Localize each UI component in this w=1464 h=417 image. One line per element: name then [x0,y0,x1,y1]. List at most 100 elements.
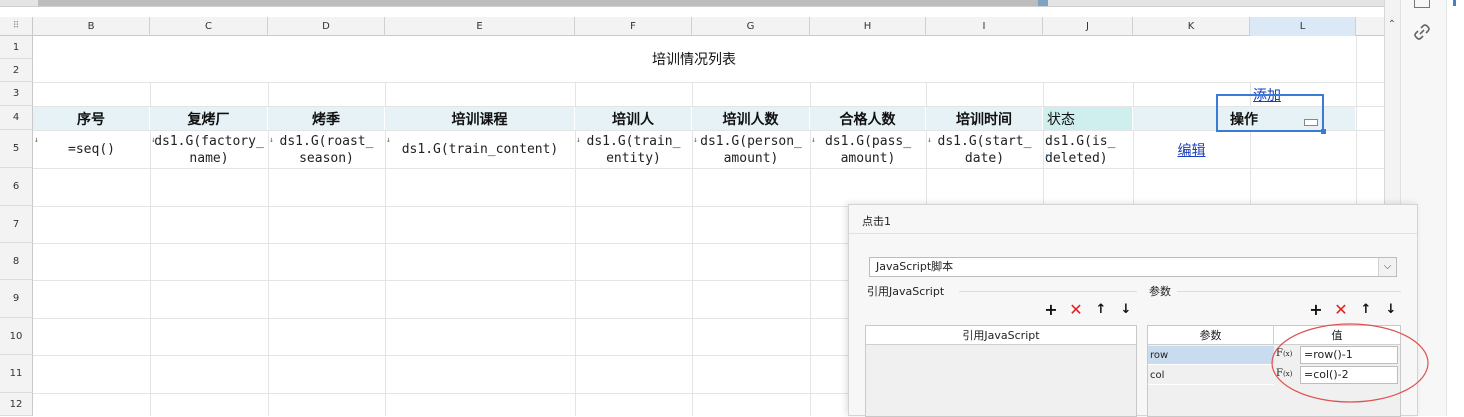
header-factory[interactable]: 复烤厂 [150,107,268,130]
fill-handle[interactable] [1321,129,1326,134]
ref-js-table-header: 引用JavaScript [866,326,1136,345]
add-ref-button[interactable]: + [1044,302,1058,318]
panel-toggle-icon[interactable] [1414,0,1430,8]
cell-factory-formula[interactable]: ↓ ds1.G(factory_ name) [150,131,268,168]
divider [1177,291,1401,292]
header-train-time[interactable]: 培训时间 [926,107,1043,130]
formula-text: amount) [840,150,896,166]
row-header-6[interactable]: 6 [0,168,33,206]
formula-text: name) [189,150,229,166]
column-header-bar: ⠿ B C D E F G H I J K L [0,17,1384,36]
gridline [385,36,386,416]
edit-link[interactable]: 编辑 [1178,140,1206,160]
report-title[interactable]: 培训情况列表 [33,36,1355,82]
expand-down-marker: ↓ [269,135,274,144]
divider [959,291,1137,292]
header-season[interactable]: 烤季 [268,107,385,130]
link-type-value: JavaScript脚本 [876,260,954,273]
param-name-row[interactable]: row [1148,346,1274,365]
gridline [33,82,1384,83]
cell-pass-count-formula[interactable]: ↓ ds1.G(pass_ amount) [810,131,926,168]
column-header-f[interactable]: F [575,17,692,36]
row-header-2[interactable]: 2 [0,59,33,82]
delete-ref-button[interactable]: ✕ [1069,302,1083,318]
formula-text: ds1.G(roast_ [279,133,374,149]
horizontal-scrollbar[interactable] [0,0,1384,7]
formula-text: ds1.G(is_ [1045,133,1116,149]
gridline [575,36,576,416]
expand-down-marker: ↓ [34,135,39,144]
row-header-5[interactable]: 5 [0,130,33,168]
header-trainer[interactable]: 培训人 [575,107,692,130]
column-header-k[interactable]: K [1133,17,1250,36]
ref-js-table[interactable]: 引用JavaScript [865,325,1137,417]
gridline [33,168,1384,169]
move-up-param-button[interactable]: ↑ [1359,303,1373,317]
header-seq[interactable]: 序号 [33,107,150,130]
selected-cell-l5[interactable] [1216,94,1326,134]
row-header-10[interactable]: 10 [0,318,33,355]
chevron-down-icon[interactable]: ⌵ [1378,258,1396,276]
formula-text: season) [299,150,354,166]
column-header-e[interactable]: E [385,17,575,36]
cell-status-formula[interactable]: ↓ ds1.G(is_ deleted) [1043,131,1133,168]
cell-seq-formula[interactable]: ↓ =seq() [33,131,150,168]
ref-js-section-title: 引用JavaScript [867,285,945,298]
scrollbar-thumb-marker [1038,0,1048,6]
formula-text: amount) [723,150,779,166]
expand-down-marker: ↓ [1044,151,1049,160]
expand-down-marker: ↓ [811,135,816,144]
cell-season-formula[interactable]: ↓ ds1.G(roast_ season) [268,131,385,168]
formula-text: ds1.G(train_content) [401,142,559,157]
move-down-param-button[interactable]: ↓ [1384,303,1398,317]
hyperlink-icon[interactable] [1412,22,1432,42]
header-status[interactable]: 状态 [1043,107,1133,130]
scrollbar-thumb[interactable] [38,0,1046,6]
gridline [810,36,811,416]
row-header-8[interactable]: 8 [0,243,33,280]
row-header-4[interactable]: 4 [0,106,33,130]
formula-text: ds1.G(pass_ [824,133,912,149]
move-up-ref-button[interactable]: ↑ [1094,303,1108,317]
cell-trainee-count-formula[interactable]: ↓ ds1.G(person_ amount) [692,131,810,168]
header-trainee-count[interactable]: 培训人数 [692,107,810,130]
row-header-12[interactable]: 12 [0,393,33,416]
cell-course-formula[interactable]: ↓ ds1.G(train_content) [385,131,575,168]
formula-text: =seq() [68,142,115,157]
column-header-d[interactable]: D [268,17,385,36]
expand-down-marker: ↓ [693,135,698,144]
column-header-j[interactable]: J [1043,17,1133,36]
param-name-col[interactable]: col [1148,366,1274,385]
divider [849,233,1417,234]
formula-text: ds1.G(train_ [586,133,681,149]
column-header-b[interactable]: B [33,17,150,36]
formula-text: date) [964,150,1005,166]
formula-text: entity) [606,150,661,166]
expand-down-marker: ↓ [927,135,932,144]
cell-widget-icon [1304,119,1318,126]
expand-down-marker: ↓ [151,135,156,144]
gridline [268,36,269,416]
accent-marker [1453,0,1456,6]
row-header-3[interactable]: 3 [0,82,33,106]
row-header-9[interactable]: 9 [0,280,33,318]
move-down-ref-button[interactable]: ↓ [1119,303,1133,317]
column-header-g[interactable]: G [692,17,810,36]
scroll-up-arrow-icon[interactable]: ⌃ [1384,17,1400,33]
column-header-i[interactable]: I [926,17,1043,36]
column-header-h[interactable]: H [810,17,926,36]
add-param-button[interactable]: + [1309,302,1323,318]
link-type-select[interactable]: JavaScript脚本 ⌵ [869,257,1397,277]
row-header-7[interactable]: 7 [0,206,33,243]
row-header-1[interactable]: 1 [0,36,33,59]
delete-param-button[interactable]: ✕ [1334,302,1348,318]
column-header-c[interactable]: C [150,17,268,36]
header-course[interactable]: 培训课程 [385,107,575,130]
column-header-l[interactable]: L [1250,17,1356,36]
row-header-11[interactable]: 11 [0,355,33,393]
select-all-corner[interactable]: ⠿ [0,17,33,36]
header-pass-count[interactable]: 合格人数 [810,107,926,130]
expand-down-marker: ↓ [386,135,391,144]
cell-train-time-formula[interactable]: ↓ ds1.G(start_ date) [926,131,1043,168]
cell-trainer-formula[interactable]: ↓ ds1.G(train_ entity) [575,131,692,168]
